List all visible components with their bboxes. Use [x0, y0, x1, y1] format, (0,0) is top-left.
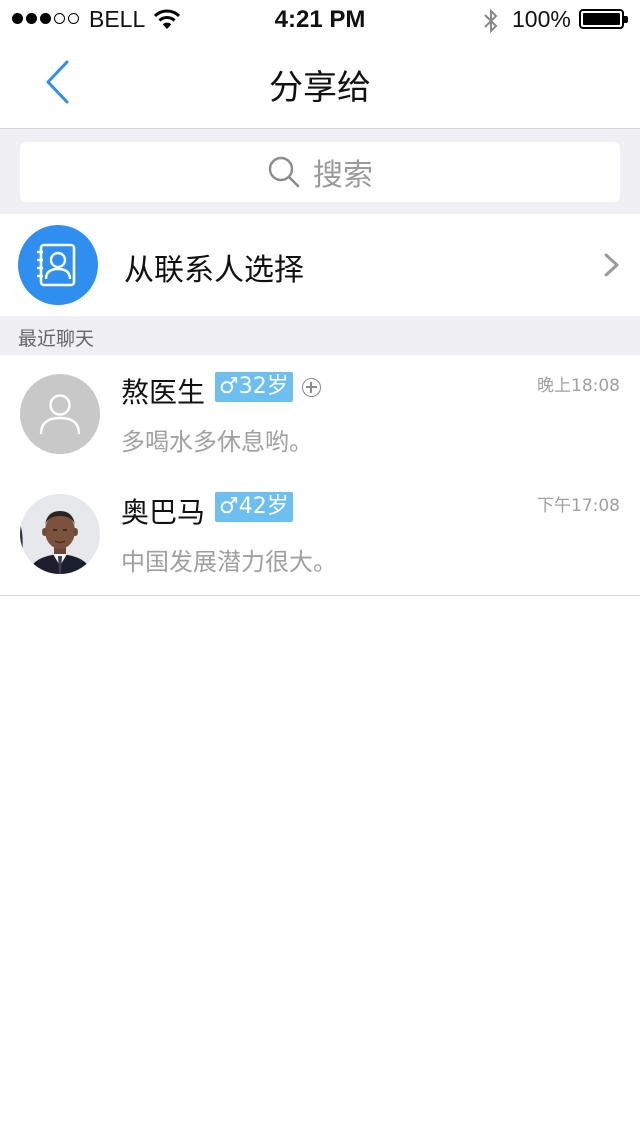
search-area: 搜索 — [0, 129, 640, 214]
battery-icon — [579, 9, 628, 29]
age-label: 32岁 — [238, 374, 289, 399]
avatar — [20, 494, 100, 574]
search-icon — [268, 156, 300, 188]
contact-name: 熬医生 — [121, 376, 206, 409]
bluetooth-icon — [481, 8, 501, 38]
battery-percent: 100% — [512, 6, 571, 32]
chevron-right-icon — [602, 252, 622, 282]
contact-name: 奥巴马 — [121, 496, 206, 529]
person-placeholder-icon — [39, 394, 81, 435]
last-message: 多喝水多休息哟。 — [121, 428, 313, 456]
choose-from-contacts-label: 从联系人选择 — [124, 253, 304, 288]
recent-chats-header: 最近聊天 — [0, 316, 640, 356]
choose-from-contacts-row[interactable]: 从联系人选择 — [0, 214, 640, 316]
section-label: 最近聊天 — [18, 328, 95, 350]
add-circle-icon[interactable] — [302, 378, 321, 397]
chat-list-item[interactable]: 熬医生 ♂32岁 多喝水多休息哟。 晚上18:08 — [0, 355, 640, 476]
message-time: 晚上18:08 — [537, 376, 620, 396]
page-title: 分享给 — [269, 68, 371, 108]
last-message: 中国发展潜力很大。 — [121, 548, 337, 576]
avatar — [20, 374, 100, 454]
male-icon: ♂ — [219, 374, 239, 399]
address-book-icon — [18, 225, 98, 305]
search-placeholder: 搜索 — [313, 158, 373, 193]
gender-age-badge: ♂32岁 — [215, 372, 293, 402]
age-label: 42岁 — [238, 494, 289, 519]
search-input[interactable]: 搜索 — [20, 142, 620, 202]
gender-age-badge: ♂42岁 — [215, 492, 293, 522]
message-time: 下午17:08 — [537, 496, 620, 516]
navigation-bar: 分享给 — [0, 40, 640, 129]
male-icon: ♂ — [219, 494, 239, 519]
portrait-photo — [20, 494, 100, 574]
status-bar: BELL 4:21 PM 100% — [0, 0, 640, 40]
chat-list-item[interactable]: 奥巴马 ♂42岁 中国发展潜力很大。 下午17:08 — [0, 475, 640, 596]
